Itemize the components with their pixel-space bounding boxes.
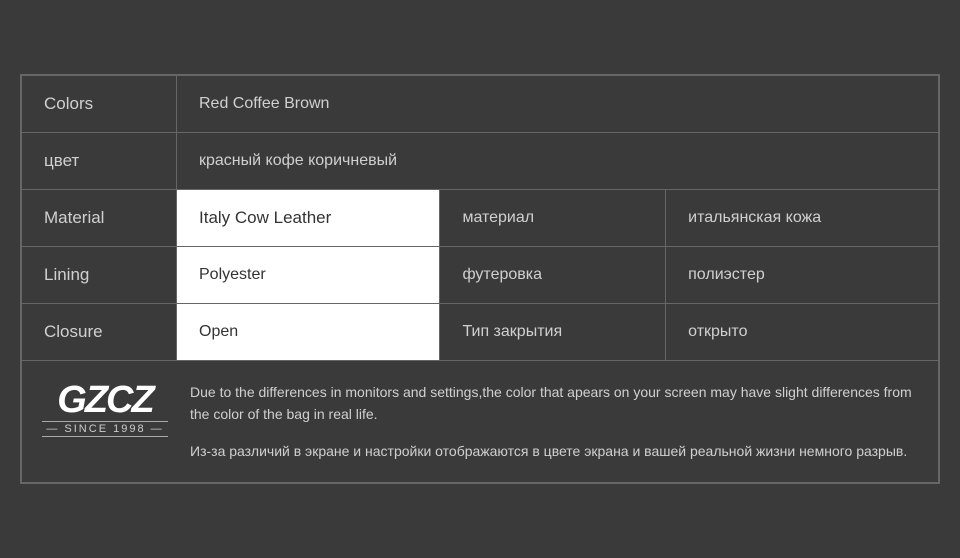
footer-notices: Due to the differences in monitors and s… [190, 381, 920, 462]
notice-ru: Из-за различий в экране и настройки отоб… [190, 440, 920, 462]
footer-row: GZCZ — SINCE 1998 — Due to the differenc… [22, 360, 939, 482]
value-material-en: Italy Cow Leather [177, 189, 440, 246]
value-colors: Red Coffee Brown [177, 75, 939, 132]
footer-cell: GZCZ — SINCE 1998 — Due to the differenc… [22, 360, 939, 482]
table-row: Closure Open Тип закрытия открыто [22, 303, 939, 360]
logo-since: — SINCE 1998 — [42, 421, 167, 437]
table-row: цвет красный кофе коричневый [22, 132, 939, 189]
value-lining-ru-label: футеровка [440, 246, 666, 303]
label-material: Material [22, 189, 177, 246]
value-lining-en: Polyester [177, 246, 440, 303]
table-row: Lining Polyester футеровка полиэстер [22, 246, 939, 303]
value-material-ru: итальянская кожа [666, 189, 939, 246]
value-lining-ru: полиэстер [666, 246, 939, 303]
notice-en: Due to the differences in monitors and s… [190, 381, 920, 426]
label-lining: Lining [22, 246, 177, 303]
value-closure-ru-label: Тип закрытия [440, 303, 666, 360]
main-container: Colors Red Coffee Brown цвет красный коф… [10, 64, 950, 494]
value-material-ru-label: материал [440, 189, 666, 246]
label-tsvet: цвет [22, 132, 177, 189]
product-table: Colors Red Coffee Brown цвет красный коф… [20, 74, 940, 484]
value-closure-en: Open [177, 303, 440, 360]
label-closure: Closure [22, 303, 177, 360]
label-colors: Colors [22, 75, 177, 132]
value-closure-ru: открыто [666, 303, 939, 360]
logo-text: GZCZ [57, 381, 152, 419]
table-row: Colors Red Coffee Brown [22, 75, 939, 132]
footer-content: GZCZ — SINCE 1998 — Due to the differenc… [40, 381, 920, 462]
brand-logo: GZCZ — SINCE 1998 — [40, 381, 170, 437]
value-tsvet: красный кофе коричневый [177, 132, 939, 189]
table-row: Material Italy Cow Leather материал итал… [22, 189, 939, 246]
